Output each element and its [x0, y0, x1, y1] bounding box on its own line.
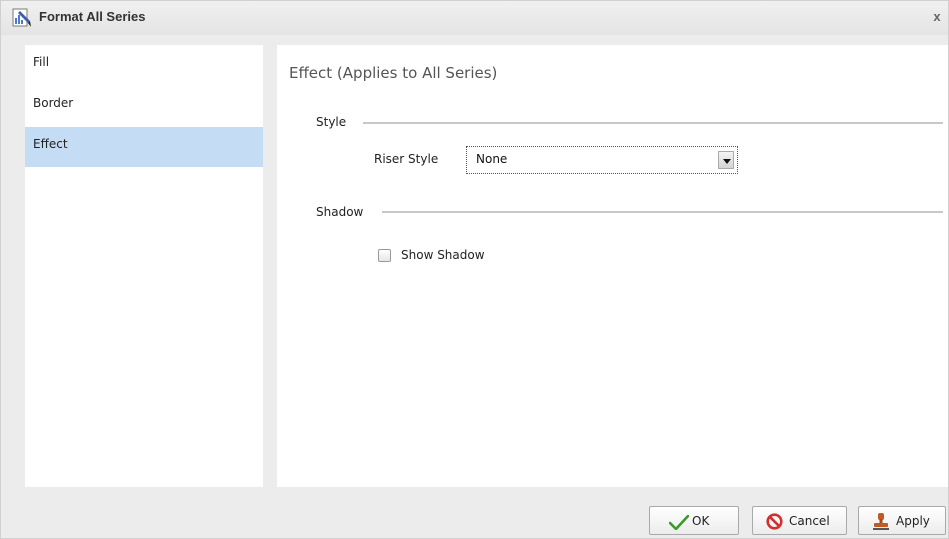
apply-button-label: Apply [896, 514, 930, 528]
ok-button-label: OK [692, 514, 710, 528]
title-bar: Format All Series x [1, 1, 948, 35]
format-all-series-dialog: Format All Series x Fill Border Effect E… [0, 0, 949, 539]
ok-button[interactable]: OK [649, 506, 739, 535]
show-shadow-checkbox[interactable] [378, 249, 391, 262]
style-section-label: Style [316, 115, 347, 129]
show-shadow-label[interactable]: Show Shadow [401, 248, 485, 262]
dialog-title: Format All Series [39, 9, 146, 24]
riser-style-select[interactable]: None [466, 146, 738, 174]
riser-style-label: Riser Style [374, 152, 439, 166]
cancel-button-label: Cancel [789, 514, 830, 528]
content-panel: Effect (Applies to All Series) Style Ris… [277, 45, 948, 487]
dropdown-arrow-icon[interactable] [718, 151, 734, 169]
style-section-divider [363, 122, 943, 124]
nav-item-border[interactable]: Border [25, 86, 263, 126]
close-button[interactable]: x [930, 9, 944, 25]
shadow-section-label: Shadow [316, 205, 364, 219]
stamp-icon [873, 513, 889, 530]
nav-item-effect[interactable]: Effect [25, 127, 263, 167]
cancel-button[interactable]: Cancel [752, 506, 847, 535]
chart-format-icon [12, 8, 31, 27]
nav-item-fill[interactable]: Fill [25, 45, 263, 85]
riser-style-value: None [476, 152, 508, 166]
shadow-section-divider [382, 211, 943, 213]
checkmark-icon [669, 515, 689, 530]
nav-panel: Fill Border Effect [25, 45, 263, 487]
apply-button[interactable]: Apply [858, 506, 946, 535]
page-title: Effect (Applies to All Series) [289, 64, 498, 82]
cancel-icon [766, 513, 783, 530]
